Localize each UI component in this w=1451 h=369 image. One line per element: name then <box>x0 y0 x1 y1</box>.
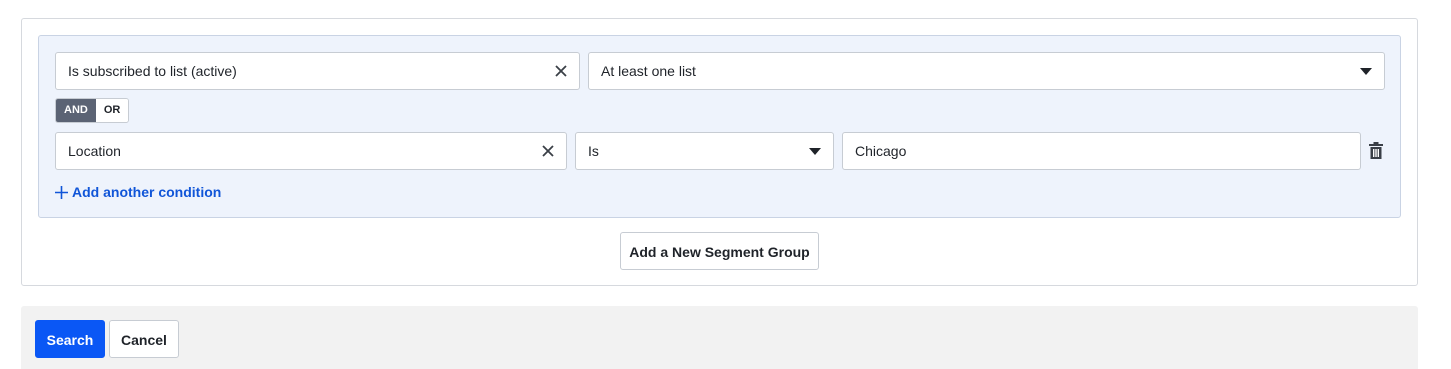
segment-builder-panel: Is subscribed to list (active) At least … <box>21 18 1418 286</box>
condition-2-field-label: Location <box>68 143 121 159</box>
or-toggle[interactable]: OR <box>95 99 129 122</box>
condition-2-value: Chicago <box>855 143 907 159</box>
condition-1-field-label: Is subscribed to list (active) <box>68 63 237 79</box>
condition-2-operator-label: Is <box>588 143 599 159</box>
condition-1-operator-label: At least one list <box>601 63 696 79</box>
conjunction-toggle: AND OR <box>55 98 130 123</box>
condition-2-value-input[interactable]: Chicago <box>842 132 1361 170</box>
add-condition-label: Add another condition <box>72 184 222 200</box>
segment-group: Is subscribed to list (active) At least … <box>38 35 1401 218</box>
search-button[interactable]: Search <box>35 320 105 358</box>
cancel-button[interactable]: Cancel <box>109 320 179 358</box>
and-toggle[interactable]: AND <box>56 99 96 122</box>
add-condition-link[interactable]: Add another condition <box>55 181 221 203</box>
condition-1-field-select[interactable]: Is subscribed to list (active) <box>55 52 580 90</box>
condition-1-operator-dropdown[interactable]: At least one list <box>588 52 1385 90</box>
condition-2-field-select[interactable]: Location <box>55 132 567 170</box>
caret-down-icon <box>809 148 821 155</box>
condition-2-operator-dropdown[interactable]: Is <box>575 132 834 170</box>
caret-down-icon <box>1360 68 1372 75</box>
add-segment-group-button[interactable]: Add a New Segment Group <box>620 232 819 270</box>
close-icon[interactable] <box>553 63 569 79</box>
trash-icon[interactable] <box>1368 142 1384 160</box>
footer-bar: Search Cancel <box>21 306 1418 369</box>
close-icon[interactable] <box>540 143 556 159</box>
plus-icon <box>55 185 68 199</box>
